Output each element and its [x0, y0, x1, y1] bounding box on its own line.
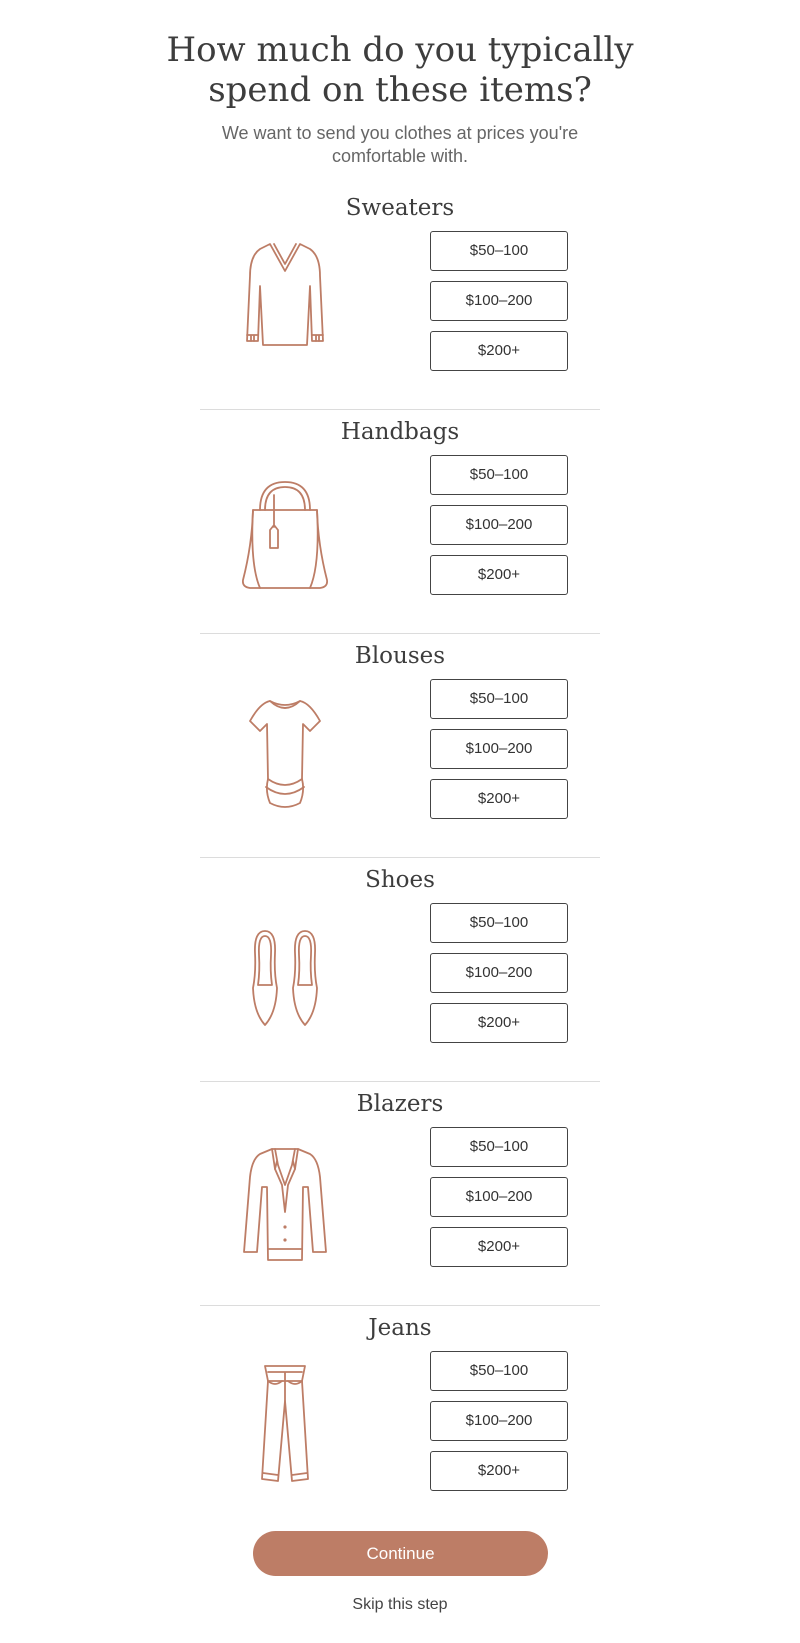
page-subtitle-line1: We want to send you clothes at prices yo…: [221, 123, 579, 143]
page-subtitle-line2: comfortable with.: [331, 146, 469, 166]
blazers-price-100-200-button[interactable]: $100–200: [430, 1177, 568, 1217]
shoes-icon: [220, 903, 350, 1038]
category-section-blouses: Blouses $50–100 $100–200 $200+: [200, 634, 600, 858]
handbags-price-50-100-button[interactable]: $50–100: [430, 455, 568, 495]
category-title: Blouses: [354, 643, 446, 669]
skip-step-link[interactable]: Skip this step: [300, 1595, 500, 1615]
category-section-sweaters: Sweaters $50–100 $100–200 $200+: [200, 186, 600, 410]
blazers-price-200-plus-button[interactable]: $200+: [430, 1227, 568, 1267]
blazer-icon: [220, 1127, 350, 1262]
page-title: How much do you typically spend on these…: [0, 30, 800, 110]
blouses-price-50-100-button[interactable]: $50–100: [430, 679, 568, 719]
blouses-price-200-plus-button[interactable]: $200+: [430, 779, 568, 819]
page-title-line2: spend on these items?: [208, 70, 592, 110]
shoes-price-200-plus-button[interactable]: $200+: [430, 1003, 568, 1043]
handbags-price-100-200-button[interactable]: $100–200: [430, 505, 568, 545]
sweaters-price-100-200-button[interactable]: $100–200: [430, 281, 568, 321]
shoes-price-100-200-button[interactable]: $100–200: [430, 953, 568, 993]
blouses-price-100-200-button[interactable]: $100–200: [430, 729, 568, 769]
category-title: Blazers: [356, 1091, 444, 1117]
jeans-price-100-200-button[interactable]: $100–200: [430, 1401, 568, 1441]
category-section-handbags: Handbags $50–100 $100–200 $200+: [200, 410, 600, 634]
price-preferences-page: How much do you typically spend on these…: [0, 0, 800, 1643]
category-section-shoes: Shoes $50–100 $100–200 $200+: [200, 858, 600, 1082]
page-subtitle: We want to send you clothes at prices yo…: [200, 122, 600, 168]
category-title: Jeans: [368, 1315, 432, 1341]
jeans-price-200-plus-button[interactable]: $200+: [430, 1451, 568, 1491]
category-section-jeans: Jeans $50–100 $100–200 $200+: [200, 1306, 600, 1530]
category-title: Shoes: [365, 867, 435, 893]
category-section-blazers: Blazers $50–100 $100–200 $200+: [200, 1082, 600, 1306]
sweater-icon: [220, 231, 350, 366]
handbags-price-200-plus-button[interactable]: $200+: [430, 555, 568, 595]
jeans-icon: [220, 1351, 350, 1486]
category-title: Handbags: [340, 419, 460, 445]
handbag-icon: [220, 455, 350, 590]
blouse-icon: [220, 679, 350, 814]
shoes-price-50-100-button[interactable]: $50–100: [430, 903, 568, 943]
sweaters-price-50-100-button[interactable]: $50–100: [430, 231, 568, 271]
sweaters-price-200-plus-button[interactable]: $200+: [430, 331, 568, 371]
blazers-price-50-100-button[interactable]: $50–100: [430, 1127, 568, 1167]
page-title-line1: How much do you typically: [166, 30, 634, 70]
continue-button[interactable]: Continue: [253, 1531, 548, 1576]
jeans-price-50-100-button[interactable]: $50–100: [430, 1351, 568, 1391]
category-title: Sweaters: [345, 195, 455, 221]
